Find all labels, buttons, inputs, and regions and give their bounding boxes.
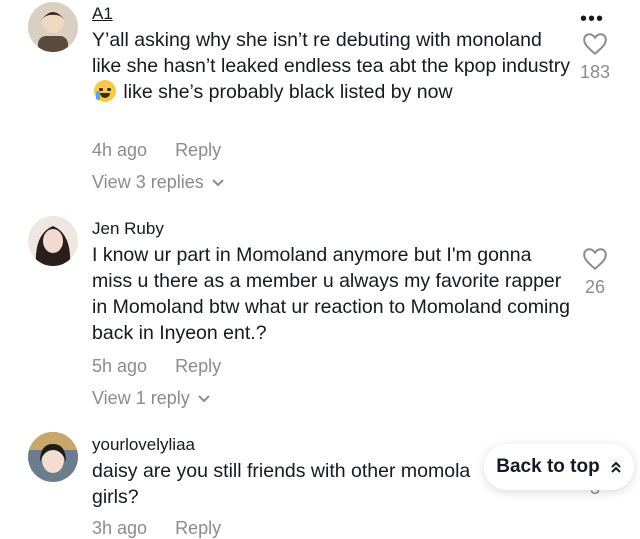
- heart-icon: [583, 248, 607, 271]
- comment-meta: 3h ago Reply: [92, 518, 221, 539]
- like-count: 183: [579, 62, 611, 82]
- heart-icon: [583, 33, 607, 56]
- avatar[interactable]: [28, 432, 78, 482]
- avatar[interactable]: [28, 2, 78, 52]
- comment-username[interactable]: A1: [92, 4, 113, 24]
- double-chevron-up-icon: [611, 461, 621, 473]
- comment-text: daisy are you still friends with other m…: [92, 460, 471, 508]
- comment-text: I know ur part in Momoland anymore but I…: [92, 244, 570, 344]
- comment-text: Y’all asking why she isn’t re debuting w…: [92, 27, 572, 105]
- like-button[interactable]: 183: [573, 32, 617, 83]
- more-options-icon[interactable]: •••: [580, 8, 604, 31]
- loudly-crying-face-icon: [94, 80, 116, 102]
- chevron-down-icon: [198, 394, 210, 402]
- like-count: 26: [584, 277, 606, 297]
- timestamp: 4h ago: [92, 140, 148, 160]
- back-to-top-label: Back to top: [496, 456, 600, 477]
- comment-meta: 4h ago Reply: [92, 140, 221, 161]
- comment-username[interactable]: Jen Ruby: [92, 219, 164, 239]
- reply-button[interactable]: Reply: [175, 518, 221, 539]
- view-replies-button[interactable]: View 3 replies: [92, 172, 224, 193]
- comment-text-part: like she’s probably black listed by now: [123, 81, 453, 103]
- reply-button[interactable]: Reply: [175, 140, 221, 161]
- view-replies-label: View 3 replies: [92, 172, 204, 192]
- comment-username[interactable]: yourlovelyliaa: [92, 435, 195, 455]
- like-button[interactable]: 26: [573, 247, 617, 298]
- view-replies-button[interactable]: View 1 reply: [92, 388, 210, 409]
- view-replies-label: View 1 reply: [92, 388, 190, 408]
- back-to-top-button[interactable]: Back to top: [484, 444, 634, 490]
- avatar[interactable]: [28, 216, 78, 266]
- reply-button[interactable]: Reply: [175, 356, 221, 377]
- comment-meta: 5h ago Reply: [92, 356, 221, 377]
- timestamp: 3h ago: [92, 518, 148, 538]
- comment-text-part: Y’all asking why she isn’t re debuting w…: [92, 29, 571, 77]
- timestamp: 5h ago: [92, 356, 148, 376]
- chevron-down-icon: [212, 178, 224, 186]
